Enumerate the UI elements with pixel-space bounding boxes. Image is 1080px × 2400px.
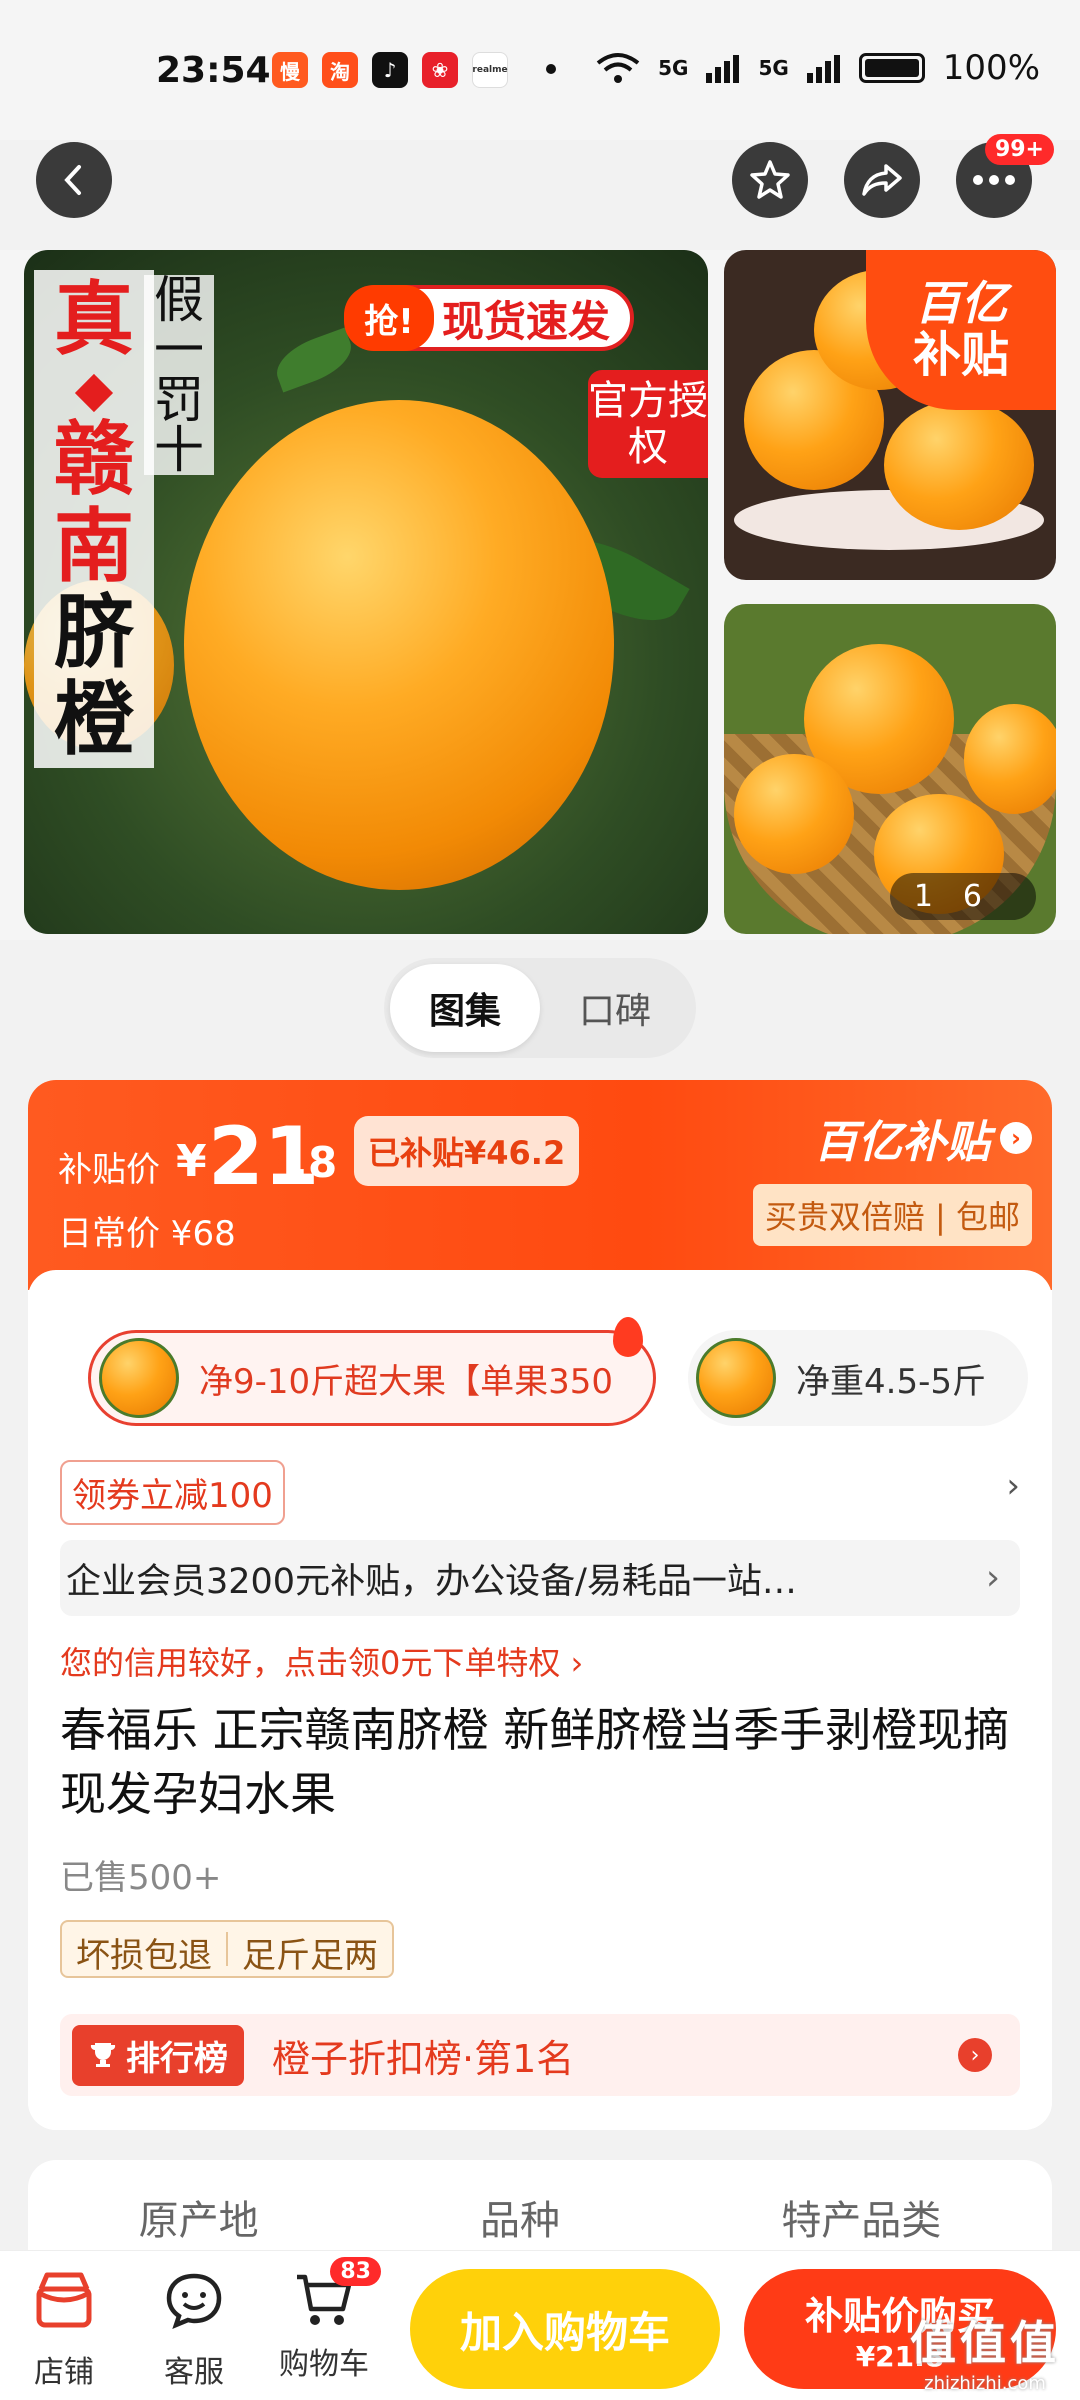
product-info-card: 补贴价 ¥ 21 .8 已补贴¥46.2 日常价 ¥68 百亿补贴 › 买贵双倍… bbox=[28, 1080, 1052, 2130]
site-watermark: 值值值 zhizhizhi.com bbox=[910, 2316, 1060, 2394]
service-tag: 足斤足两 bbox=[242, 1936, 378, 1976]
price-decimal: .8 bbox=[292, 1138, 338, 1187]
more-dots-icon bbox=[973, 175, 1015, 185]
subsidy-brand-block[interactable]: 百亿补贴 › 买贵双倍赔 | 包邮 bbox=[752, 1106, 1032, 1246]
price-banner: 补贴价 ¥ 21 .8 已补贴¥46.2 日常价 ¥68 百亿补贴 › 买贵双倍… bbox=[28, 1080, 1052, 1290]
tab-gallery[interactable]: 图集 bbox=[390, 964, 540, 1052]
battery-percent: 100% bbox=[942, 48, 1040, 88]
notification-badge: 99+ bbox=[984, 134, 1054, 165]
more-notifications-dot bbox=[546, 64, 556, 74]
chevron-right-icon[interactable]: › bbox=[1006, 1466, 1020, 1506]
status-time: 23:54 bbox=[156, 50, 271, 91]
hot-flame-icon bbox=[613, 1317, 643, 1357]
chevron-right-icon: › bbox=[986, 1558, 1000, 1598]
tab-reviews[interactable]: 口碑 bbox=[540, 964, 690, 1052]
leaf-graphic bbox=[269, 327, 359, 393]
ranking-banner[interactable]: 排行榜 橙子折扣榜·第1名 › bbox=[60, 2014, 1020, 2096]
spec-option-selected[interactable]: 净9-10斤超大果【单果350 bbox=[88, 1317, 656, 1426]
spec-option[interactable]: 净重4.5-5斤 bbox=[688, 1330, 1028, 1426]
chevron-right-icon: › bbox=[958, 2038, 992, 2072]
service-tags[interactable]: 坏损包退 足斤足两 bbox=[60, 1920, 394, 1978]
taobao-notification-icon: 淘 bbox=[322, 52, 358, 88]
app-notification-icon: ❀ bbox=[422, 52, 458, 88]
main-product-image[interactable]: 真 ◆ 赣 南 脐 橙 假一罚十 抢! 现货速发 官方授权 bbox=[24, 250, 708, 934]
in-stock-tag: 抢! 现货速发 bbox=[344, 285, 635, 351]
billion-subsidy-logo[interactable]: 百亿补贴 › bbox=[753, 1106, 1032, 1170]
more-button[interactable]: 99+ bbox=[956, 134, 1054, 218]
sold-count: 已售500+ bbox=[60, 1858, 222, 1898]
orange-image bbox=[734, 754, 854, 874]
customer-service-button[interactable]: 客服 bbox=[134, 2271, 254, 2391]
gallery-counter: 16 bbox=[889, 873, 1036, 920]
gallery-thumbnail[interactable]: 百亿 补贴 bbox=[724, 250, 1056, 580]
vertical-product-title: 真 ◆ 赣 南 脐 橙 bbox=[34, 270, 154, 768]
app-notification-icon: 慢 bbox=[272, 52, 308, 88]
wifi-icon bbox=[596, 53, 640, 83]
signal-5g-label: 5G bbox=[758, 56, 789, 80]
chevron-right-icon: › bbox=[1000, 1122, 1032, 1154]
enterprise-member-banner[interactable]: 企业会员3200元补贴，办公设备/易耗品一站… › bbox=[60, 1540, 1020, 1616]
store-icon bbox=[36, 2272, 92, 2328]
battery-icon bbox=[858, 53, 925, 83]
share-button[interactable] bbox=[844, 142, 920, 218]
official-authorized-tag: 官方授权 bbox=[588, 370, 708, 478]
spec-thumbnail bbox=[99, 1338, 179, 1418]
share-icon bbox=[862, 164, 902, 196]
signal-bars-icon bbox=[706, 55, 740, 83]
status-bar: 23:54 慢 淘 ♪ ❀ realme 5G 5G 100% bbox=[0, 0, 1080, 140]
signal-5g-label: 5G bbox=[658, 56, 689, 80]
trophy-icon bbox=[90, 2043, 116, 2067]
shop-button[interactable]: 店铺 bbox=[4, 2271, 124, 2391]
credit-privilege-link[interactable]: 您的信用较好，点击领0元下单特权 › bbox=[60, 1638, 583, 1684]
star-icon bbox=[750, 160, 790, 199]
douyin-notification-icon: ♪ bbox=[372, 52, 408, 88]
cart-button[interactable]: 83 购物车 bbox=[264, 2257, 384, 2383]
add-to-cart-button[interactable]: 加入购物车 bbox=[410, 2269, 720, 2389]
peeled-orange-image bbox=[884, 400, 1034, 530]
back-button[interactable] bbox=[36, 142, 112, 218]
subsidized-amount-badge: 已补贴¥46.2 bbox=[354, 1116, 580, 1186]
spec-thumbnail bbox=[696, 1338, 776, 1418]
daily-price: 日常价 ¥68 bbox=[58, 1214, 236, 1254]
realme-notification-icon: realme bbox=[472, 52, 508, 88]
billion-subsidy-badge: 百亿 补贴 bbox=[866, 250, 1056, 410]
ranking-pill: 排行榜 bbox=[72, 2024, 244, 2086]
subsidy-price-label: 补贴价 bbox=[58, 1150, 160, 1190]
product-gallery[interactable]: 真 ◆ 赣 南 脐 橙 假一罚十 抢! 现货速发 官方授权 百亿 补贴 16 bbox=[0, 250, 1080, 940]
orange-image bbox=[964, 704, 1056, 814]
chat-smile-icon bbox=[166, 2273, 222, 2329]
media-toggle[interactable]: 图集 口碑 bbox=[384, 958, 696, 1058]
cart-count-badge: 83 bbox=[330, 2257, 381, 2286]
favorite-button[interactable] bbox=[732, 142, 808, 218]
back-arrow-icon bbox=[64, 165, 81, 195]
fake-penalty-label: 假一罚十 bbox=[144, 275, 214, 475]
navel-orange-image bbox=[184, 400, 614, 890]
ranking-text: 橙子折扣榜·第1名 bbox=[272, 2036, 575, 2081]
currency-symbol: ¥ bbox=[176, 1136, 207, 1187]
bottom-action-bar: 店铺 客服 83 购物车 加入购物车 补贴价购买 ¥21.8 值值值 zhizh… bbox=[0, 2250, 1080, 2400]
service-tag: 坏损包退 bbox=[76, 1936, 212, 1976]
guarantee-label: 买贵双倍赔 | 包邮 bbox=[752, 1184, 1032, 1246]
signal-bars-icon bbox=[806, 55, 840, 83]
coupon-button[interactable]: 领券立减100 bbox=[60, 1460, 285, 1525]
product-title: 春福乐 正宗赣南脐橙 新鲜脐橙当季手剥橙现摘现发孕妇水果 bbox=[60, 1703, 1010, 1821]
gallery-thumbnail[interactable]: 16 bbox=[724, 604, 1056, 934]
product-details: 净9-10斤超大果【单果350 净重4.5-5斤 领券立减100 › 企业会员3… bbox=[28, 1270, 1052, 2130]
